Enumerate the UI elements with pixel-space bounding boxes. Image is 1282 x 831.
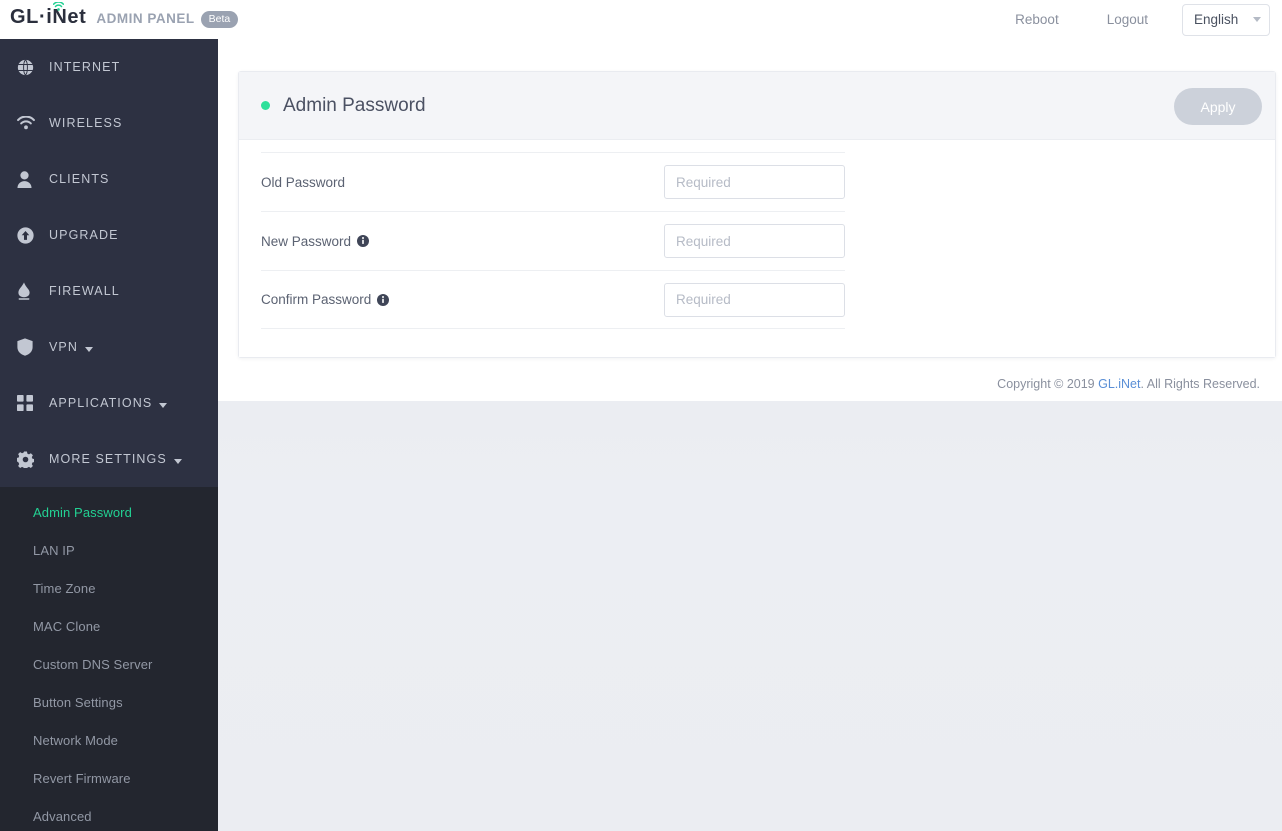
- status-indicator-dot: [261, 101, 270, 110]
- sidebar-item-upgrade[interactable]: UPGRADE: [0, 207, 218, 263]
- copyright-suffix: . All Rights Reserved.: [1140, 377, 1261, 391]
- form-row-confirm-password: Confirm Password: [261, 270, 845, 329]
- sidebar-label: UPGRADE: [49, 228, 119, 242]
- user-icon: [17, 170, 43, 188]
- chevron-down-icon: [159, 402, 168, 408]
- submenu-item-custom-dns-server[interactable]: Custom DNS Server: [0, 645, 218, 683]
- submenu-item-button-settings[interactable]: Button Settings: [0, 683, 218, 721]
- apply-button[interactable]: Apply: [1174, 88, 1262, 125]
- sidebar-label: WIRELESS: [49, 116, 123, 130]
- sidebar-item-vpn[interactable]: VPN: [0, 319, 218, 375]
- sidebar-label: VPN: [49, 340, 79, 354]
- card-body: Old Password New Password Confirm Passwo…: [239, 140, 1275, 357]
- sidebar-item-firewall[interactable]: FIREWALL: [0, 263, 218, 319]
- confirm-password-input-group[interactable]: [664, 282, 845, 317]
- submenu-item-network-mode[interactable]: Network Mode: [0, 721, 218, 759]
- confirm-password-input[interactable]: [665, 283, 844, 316]
- info-icon[interactable]: [377, 293, 390, 306]
- copyright-prefix: Copyright © 2019: [997, 377, 1099, 391]
- beta-badge: Beta: [200, 11, 239, 28]
- language-select-value: English: [1194, 12, 1239, 27]
- old-password-label: Old Password: [261, 175, 664, 190]
- language-select[interactable]: English: [1182, 3, 1270, 36]
- submenu-item-lan-ip[interactable]: LAN IP: [0, 531, 218, 569]
- submenu-item-admin-password[interactable]: Admin Password: [0, 493, 218, 531]
- confirm-password-label: Confirm Password: [261, 292, 664, 307]
- form-row-new-password: New Password: [261, 211, 845, 270]
- sidebar-item-wireless[interactable]: WIRELESS: [0, 95, 218, 151]
- logout-button[interactable]: Logout: [1083, 12, 1172, 27]
- shield-icon: [17, 338, 43, 356]
- upgrade-arrow-icon: [17, 226, 43, 244]
- new-password-label-text: New Password: [261, 233, 352, 249]
- submenu-item-mac-clone[interactable]: MAC Clone: [0, 607, 218, 645]
- submenu-item-revert-firmware[interactable]: Revert Firmware: [0, 759, 218, 797]
- brand-subtitle: ADMIN PANEL: [96, 11, 195, 26]
- old-password-input[interactable]: [665, 166, 844, 198]
- new-password-input-group[interactable]: [664, 224, 845, 258]
- footer-copyright: Copyright © 2019 GL.iNet. All Rights Res…: [997, 377, 1260, 391]
- glinet-link[interactable]: GL.iNet: [1098, 377, 1140, 391]
- brand-name: GL·iNet: [10, 6, 87, 28]
- sidebar-label: INTERNET: [49, 60, 121, 74]
- submenu-item-advanced[interactable]: Advanced: [0, 797, 218, 831]
- sidebar-item-more-settings[interactable]: MORE SETTINGS: [0, 431, 218, 487]
- reboot-button[interactable]: Reboot: [991, 12, 1083, 27]
- sidebar-item-internet[interactable]: INTERNET: [0, 39, 218, 95]
- top-header-bar: GL·iNet ADMIN PANEL Beta Reboot Logout E…: [0, 0, 1282, 39]
- form-row-old-password: Old Password: [261, 152, 845, 211]
- admin-panel-page: GL·iNet ADMIN PANEL Beta Reboot Logout E…: [0, 0, 1282, 831]
- new-password-label: New Password: [261, 234, 664, 249]
- admin-password-card: Admin Password Apply Old Password New Pa…: [238, 71, 1276, 358]
- brand-logo: GL·iNet ADMIN PANEL Beta: [10, 1, 239, 34]
- sidebar-label: APPLICATIONS: [49, 396, 153, 410]
- wifi-icon: [17, 116, 43, 130]
- submenu-item-time-zone[interactable]: Time Zone: [0, 569, 218, 607]
- flame-icon: [17, 282, 43, 300]
- chevron-down-icon: [85, 346, 94, 352]
- wifi-signal-icon: [52, 0, 65, 11]
- sidebar-label: MORE SETTINGS: [49, 452, 167, 466]
- old-password-input-group[interactable]: [664, 165, 845, 199]
- chevron-down-icon: [1253, 17, 1261, 22]
- sidebar-label: FIREWALL: [49, 284, 120, 298]
- sidebar-item-applications[interactable]: APPLICATIONS: [0, 375, 218, 431]
- sidebar-nav: INTERNET WIRELESS CLIENTS UPGRADE FIREWA…: [0, 39, 218, 831]
- card-header: Admin Password Apply: [239, 72, 1275, 140]
- gear-icon: [17, 451, 43, 468]
- grid-icon: [17, 395, 43, 411]
- sidebar-label: CLIENTS: [49, 172, 110, 186]
- sidebar-item-clients[interactable]: CLIENTS: [0, 151, 218, 207]
- new-password-input[interactable]: [665, 225, 844, 257]
- globe-icon: [17, 59, 43, 76]
- header-actions: Reboot Logout English: [991, 0, 1270, 39]
- page-title: Admin Password: [283, 94, 426, 116]
- confirm-password-label-text: Confirm Password: [261, 292, 372, 307]
- more-settings-submenu: Admin Password LAN IP Time Zone MAC Clon…: [0, 487, 218, 831]
- chevron-down-icon: [173, 458, 182, 464]
- info-icon[interactable]: [357, 235, 370, 247]
- old-password-label-text: Old Password: [261, 174, 346, 190]
